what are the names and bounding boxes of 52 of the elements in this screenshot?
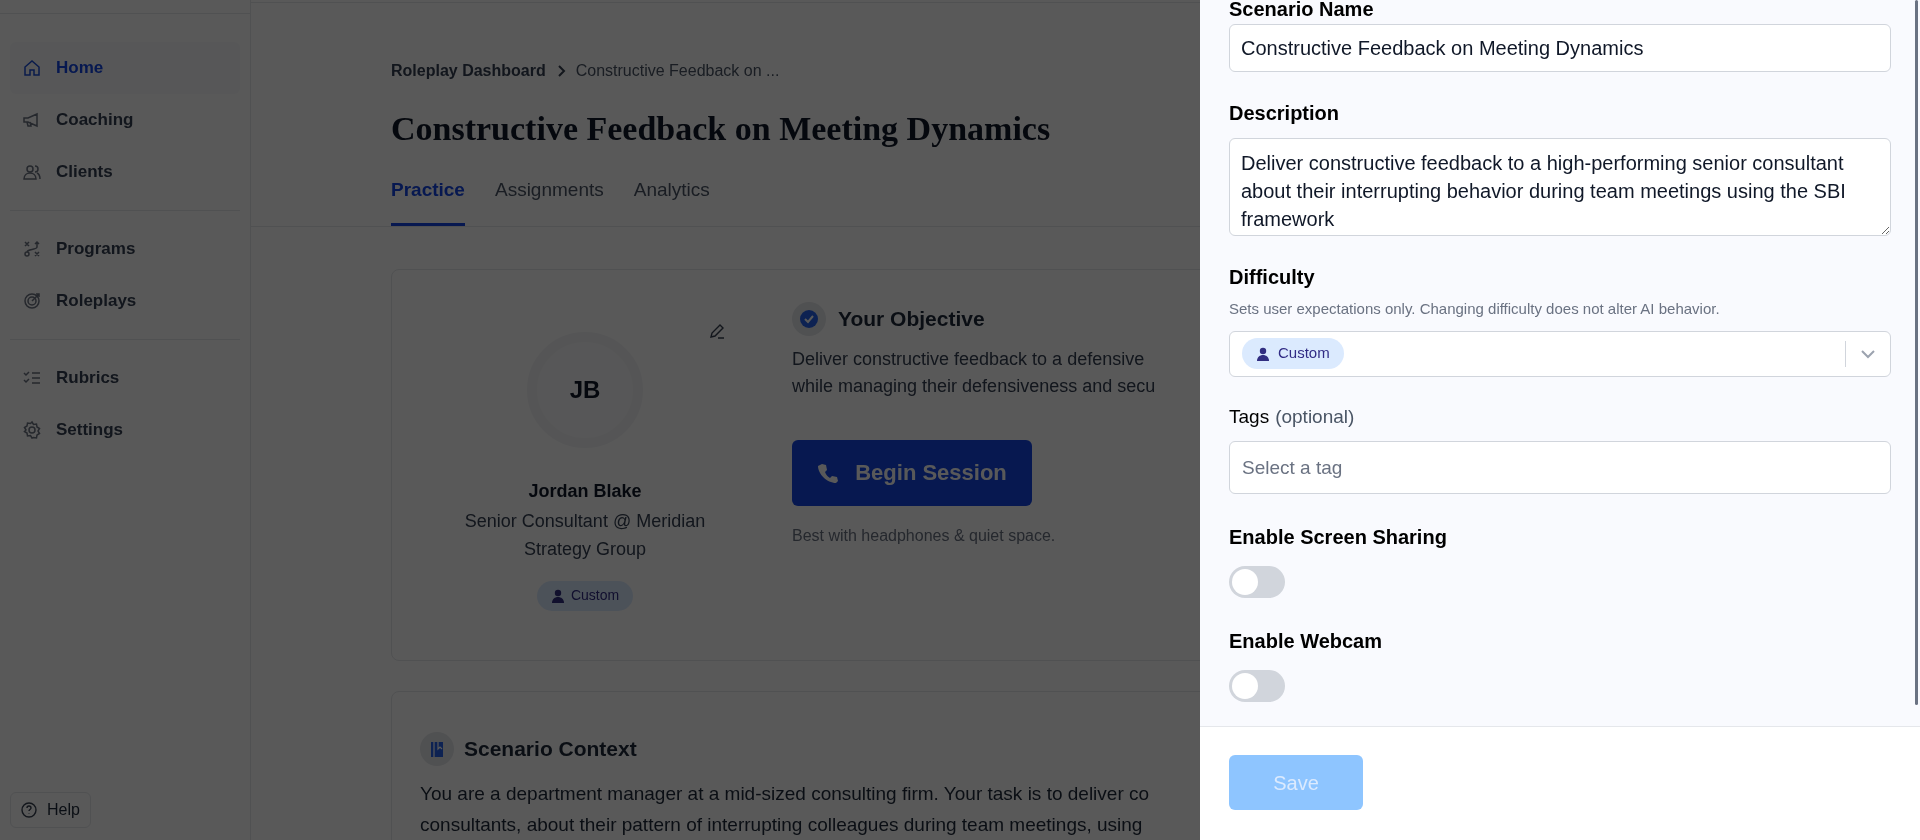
field-label: Difficulty — [1229, 265, 1316, 290]
sidebar-item[interactable]: Clients — [10, 146, 240, 198]
context-text: You are a department manager at a mid-sized consulting firm. Your task is to deliver co — [420, 781, 1151, 806]
persona-name: Jordan Blake — [528, 479, 642, 503]
context-text: consultants, about their pattern of interrupting colleagues during team meetings, using — [420, 812, 1144, 837]
field-hint: Sets user expectations only. Changing difficulty does not alter AI behavior. — [1229, 299, 1721, 319]
sidebar-item[interactable]: Programs — [10, 223, 240, 275]
settings-icon — [22, 420, 42, 440]
objective-text: Deliver constructive feedback to a defensive — [792, 347, 1146, 371]
sidebar-item[interactable]: Rubrics — [10, 352, 240, 404]
difficulty-badge: Custom — [536, 580, 634, 611]
description-field[interactable]: Deliver constructive feedback to a high-performing senior consultant about their interrupting behavior during team meetings using the SBI framework — [1229, 138, 1891, 236]
help-button[interactable]: Help — [10, 792, 91, 828]
sidebar-item[interactable]: Coaching — [10, 94, 240, 146]
difficulty-select[interactable]: Custom — [1229, 330, 1891, 377]
breadcrumb-link[interactable]: Roleplay Dashboard — [391, 59, 546, 83]
phone-icon — [817, 461, 840, 484]
route-icon — [22, 239, 42, 259]
persona-role: Senior Consultant @ Meridian Strategy Group — [463, 509, 707, 561]
objective-heading: Your Objective — [838, 305, 985, 332]
toggle-switch[interactable] — [1229, 670, 1285, 702]
sidebar-item[interactable]: Roleplays — [10, 275, 240, 327]
tag-field[interactable]: Select a tag — [1229, 441, 1891, 494]
breadcrumb-current: Constructive Feedback on ... — [575, 61, 780, 81]
avatar: JB — [527, 331, 643, 448]
optional-note: (optional) — [1275, 404, 1355, 429]
page-title: Constructive Feedback on Meeting Dynamics — [391, 109, 1052, 149]
chevron-down-icon — [1860, 348, 1876, 359]
objective-text: while managing their defensiveness and secu — [792, 374, 1157, 398]
difficulty-chip: Custom — [1242, 338, 1344, 369]
home-icon — [22, 58, 42, 78]
scenario-name-field[interactable]: Constructive Feedback on Meeting Dynamics — [1229, 24, 1891, 72]
field-label: Tags — [1229, 404, 1270, 429]
book-icon — [420, 731, 454, 766]
tab[interactable]: Practice — [391, 176, 465, 226]
help-icon — [21, 802, 37, 818]
person-icon — [550, 588, 565, 603]
field-label: Description — [1229, 101, 1341, 126]
sidebar-item[interactable]: Settings — [10, 404, 240, 456]
begin-session-button[interactable]: Begin Session — [792, 439, 1032, 506]
people-icon — [22, 162, 42, 182]
field-label: Enable Screen Sharing — [1229, 525, 1448, 550]
context-heading: Scenario Context — [464, 735, 637, 762]
chevron-right-icon — [555, 64, 566, 78]
tab[interactable]: Analytics — [633, 176, 710, 226]
toggle-switch[interactable] — [1229, 566, 1285, 598]
person-icon — [1256, 346, 1270, 361]
tab[interactable]: Assignments — [494, 176, 604, 226]
field-label: Scenario Name — [1229, 0, 1375, 18]
target-icon — [22, 291, 42, 311]
check-badge-icon — [792, 301, 826, 336]
field-label: Enable Webcam — [1229, 629, 1384, 654]
